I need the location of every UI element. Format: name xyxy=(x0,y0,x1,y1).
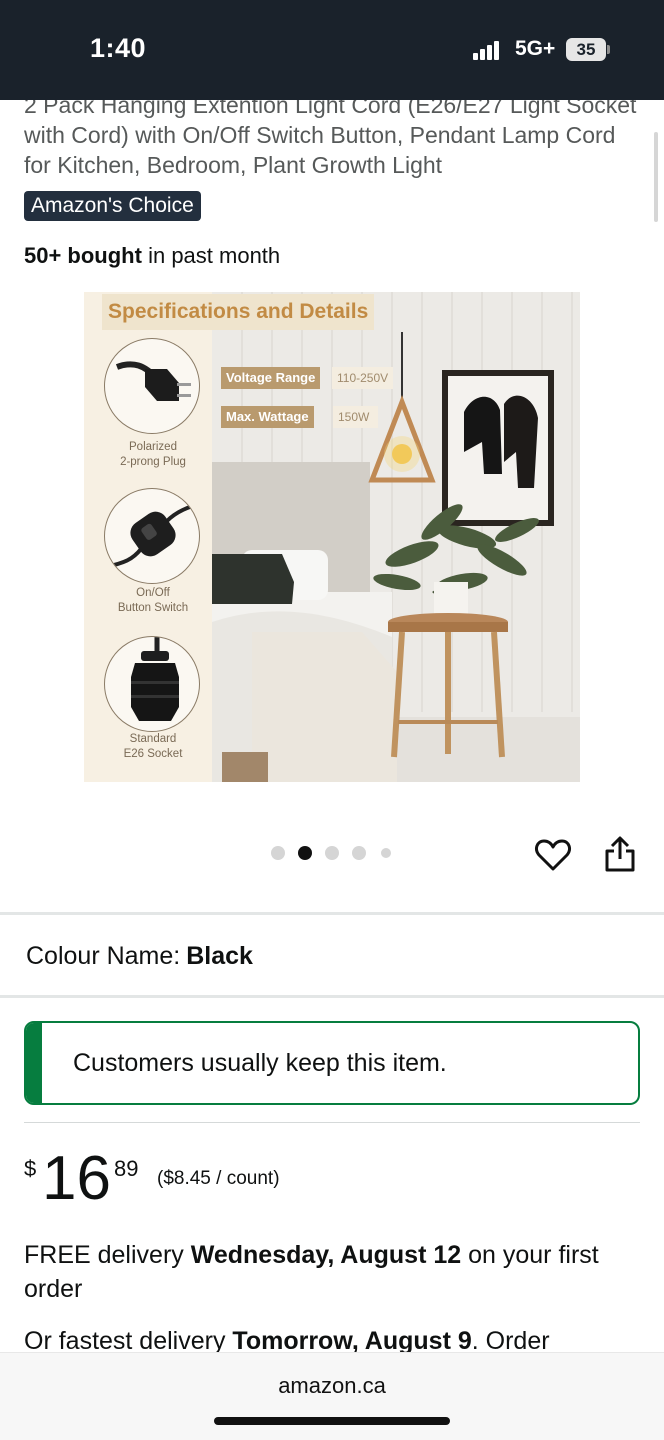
socket-label-line2: E26 Socket xyxy=(123,748,183,760)
notice-text: Customers usually keep this item. xyxy=(73,1049,447,1077)
delivery-prefix: FREE delivery xyxy=(24,1241,184,1269)
home-indicator[interactable] xyxy=(214,1417,450,1425)
carousel-dot-active[interactable] xyxy=(298,846,312,860)
voltage-value: 110-250V xyxy=(332,367,394,389)
socket-label: Standard E26 Socket xyxy=(84,732,222,762)
bought-count-bold: 50+ bought xyxy=(24,243,142,268)
bedroom-scene xyxy=(212,292,580,782)
switch-label-line2: Button Switch xyxy=(117,602,189,614)
battery-tip xyxy=(607,45,610,54)
carousel-dot[interactable] xyxy=(352,846,366,860)
fastest-date: Tomorrow, August 9 xyxy=(232,1327,472,1352)
wattage-value: 150W xyxy=(333,406,378,428)
price-divider xyxy=(24,1122,640,1123)
socket-icon xyxy=(104,636,200,732)
product-image[interactable]: Polarized 2-prong Plug On/Off Button Swi… xyxy=(84,292,580,782)
switch-label-line1: On/Off xyxy=(136,587,170,599)
network-type: 5G+ xyxy=(515,37,556,60)
plug-icon xyxy=(104,338,200,434)
wishlist-heart-icon[interactable] xyxy=(534,836,572,874)
carousel-dot[interactable] xyxy=(381,848,391,858)
spec-panel: Polarized 2-prong Plug On/Off Button Swi… xyxy=(84,292,212,782)
product-title[interactable]: 2 Pack Hanging Extention Light Cord (E26… xyxy=(24,100,644,180)
fastest-prefix: Or fastest delivery xyxy=(24,1327,226,1352)
scroll-indicator xyxy=(654,132,658,222)
status-bar: 1:40 5G+ 35 xyxy=(0,0,664,100)
amazons-choice-badge[interactable]: Amazon's Choice xyxy=(24,191,201,221)
spec-title: Specifications and Details xyxy=(102,294,375,330)
colour-selector[interactable]: Colour Name: Black xyxy=(26,942,253,971)
price-whole: 16 xyxy=(42,1144,111,1213)
carousel-dot[interactable] xyxy=(271,846,285,860)
price-per-unit: ($8.45 / count) xyxy=(157,1168,280,1189)
plug-label-line1: Polarized xyxy=(129,441,177,453)
share-icon[interactable] xyxy=(603,835,637,873)
battery-icon: 35 xyxy=(566,38,606,61)
browser-domain[interactable]: amazon.ca xyxy=(0,1373,664,1399)
price-fraction: 89 xyxy=(114,1156,139,1181)
carousel-dot[interactable] xyxy=(325,846,339,860)
notice-accent-bar xyxy=(26,1023,42,1103)
section-divider xyxy=(0,912,664,915)
bought-count-rest: in past month xyxy=(148,243,281,268)
socket-label-line1: Standard xyxy=(129,733,177,745)
wattage-key: Max. Wattage xyxy=(221,406,314,428)
status-time: 1:40 xyxy=(90,33,147,63)
section-divider xyxy=(0,995,664,998)
delivery-info: FREE delivery Wednesday, August 12 on yo… xyxy=(24,1238,648,1306)
customers-keep-notice: Customers usually keep this item. xyxy=(24,1021,640,1105)
bought-count: 50+ bought in past month xyxy=(24,243,280,269)
price-currency: $ xyxy=(24,1156,37,1181)
cellular-signal-icon xyxy=(473,40,505,60)
fastest-suffix: . Order xyxy=(471,1327,550,1352)
voltage-key: Voltage Range xyxy=(221,367,321,389)
colour-value: Black xyxy=(186,942,253,970)
switch-label: On/Off Button Switch xyxy=(84,586,222,616)
image-carousel-dots[interactable] xyxy=(271,846,401,860)
plug-label-line2: 2-prong Plug xyxy=(120,456,186,468)
browser-address-bar[interactable]: amazon.ca xyxy=(0,1352,664,1440)
product-page[interactable]: 2 Pack Hanging Extention Light Cord (E26… xyxy=(0,100,664,1352)
plug-label: Polarized 2-prong Plug xyxy=(84,440,222,470)
fastest-delivery-info: Or fastest delivery Tomorrow, August 9. … xyxy=(24,1324,664,1352)
switch-icon xyxy=(104,488,200,584)
colour-label: Colour Name: xyxy=(26,942,181,970)
delivery-date: Wednesday, August 12 xyxy=(190,1241,462,1269)
